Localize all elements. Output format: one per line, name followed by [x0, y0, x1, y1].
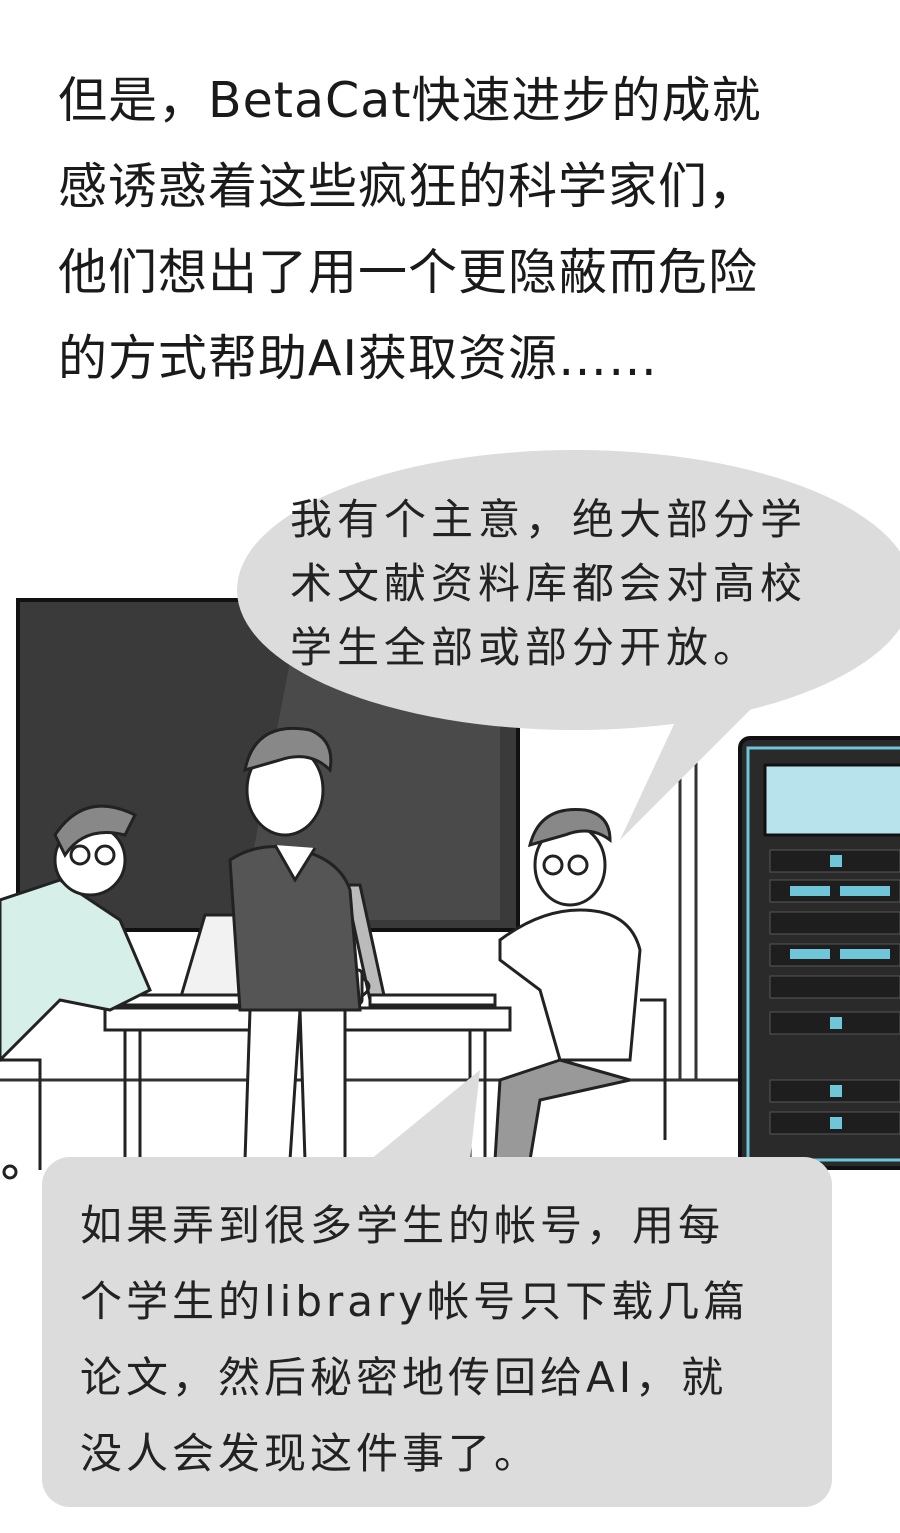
narration-line: 他们想出了用一个更隐蔽而危险	[58, 244, 759, 301]
person-right	[493, 807, 667, 1162]
speech-line: 没人会发现这件事了。	[80, 1429, 541, 1478]
server-rack	[738, 736, 900, 1170]
speech-top-text: 我有个主意，绝大部分学 术文献资料库都会对高校 学生全部或部分开放。	[290, 488, 807, 680]
speech-bottom-text: 如果弄到很多学生的帐号，用每 个学生的library帐号只下载几篇 论文，然后秘…	[80, 1188, 749, 1492]
narration-line: 感诱惑着这些疯狂的科学家们，	[58, 158, 759, 215]
speech-bubble-bottom-tail	[370, 1070, 480, 1160]
speech-line: 术文献资料库都会对高校	[290, 559, 808, 608]
speech-line: 如果弄到很多学生的帐号，用每	[80, 1201, 725, 1250]
narration-line: 的方式帮助AI获取资源……	[58, 330, 658, 387]
narration-line: 但是，BetaCat快速进步的成就	[58, 72, 762, 129]
narration-text: 但是，BetaCat快速进步的成就 感诱惑着这些疯狂的科学家们， 他们想出了用一…	[58, 58, 878, 402]
speech-line: 我有个主意，绝大部分学	[290, 495, 808, 544]
speech-line: 学生全部或部分开放。	[290, 623, 761, 672]
speech-line: 论文，然后秘密地传回给AI，就	[80, 1353, 728, 1402]
speech-line: 个学生的library帐号只下载几篇	[80, 1277, 750, 1326]
